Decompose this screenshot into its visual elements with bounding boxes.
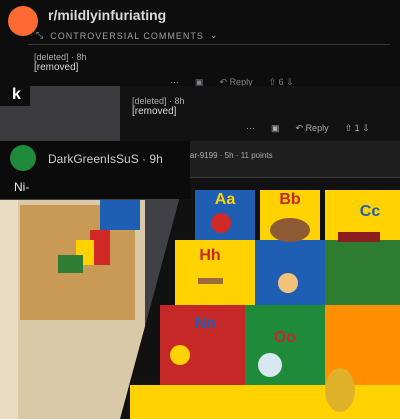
subreddit-title[interactable]: r/mildlyinfuriating [48,7,166,23]
vote[interactable]: ⇧ 1 ⇩ [345,123,370,134]
hammer-icon [198,278,223,284]
mat-letter: Oo [274,329,296,346]
upvote-icon[interactable]: ⇧ [345,123,355,133]
user-avatar[interactable] [10,145,36,171]
mat-letter: Nn [194,315,215,332]
comment-meta: DarkGreenIsSuS · 9h [48,152,163,166]
comment-age: 9h [149,152,163,166]
comment-2: [deleted] · 8h [removed] [132,96,185,117]
comment-age: 8h [76,52,87,62]
mat-tile [325,240,400,305]
mat-letter: Cc [360,203,381,220]
comment-author[interactable]: [deleted] [34,52,69,62]
car-icon [338,232,380,242]
text-fragment: k [12,86,21,103]
mat-tile [255,240,325,305]
reply-button[interactable]: ↶ Reply [296,123,329,134]
ice-cream-icon [278,273,298,293]
divider [28,44,390,45]
comment-age: 8h [174,96,185,106]
reply-icon: ↶ [295,123,306,133]
pineapple-icon [325,368,355,412]
chevron-down-icon: ⌄ [209,30,219,40]
octopus-icon [258,353,282,377]
reply-label: Reply [305,123,329,133]
subreddit-avatar [8,6,38,36]
apple-icon [211,213,231,233]
comment-meta: [deleted] · 8h [34,52,87,62]
comment-body: Ni- [14,180,30,194]
comment-body: [removed] [132,106,177,117]
bear-icon [270,218,310,242]
strip-meta: ar-9199 · 5h · 11 points [190,151,273,160]
comment-author[interactable]: [deleted] [132,96,167,106]
comment-author[interactable]: DarkGreenIsSuS [48,152,139,166]
downvote-icon[interactable]: ⇩ [360,123,370,133]
comment-body: [removed] [34,62,79,73]
comment-1: [deleted] · 8h [removed] [34,52,87,73]
more-icon[interactable]: ⋯ [246,123,255,134]
award-icon[interactable]: ▣ [271,123,280,134]
comment-actions: ⋯ ▣ ↶ Reply ⇧ 1 ⇩ [246,123,370,134]
sort-icon: ⤡ [36,30,45,40]
mat-letter: Bb [279,191,301,208]
sort-label: CONTROVERSIAL COMMENTS [50,30,204,41]
mat-letter: Aa [215,191,236,208]
chick-icon [170,345,190,365]
sort-selector[interactable]: ⤡ CONTROVERSIAL COMMENTS ⌄ [36,30,218,41]
mat-letter: Hh [199,247,220,264]
comment-meta: [deleted] · 8h [132,96,185,106]
